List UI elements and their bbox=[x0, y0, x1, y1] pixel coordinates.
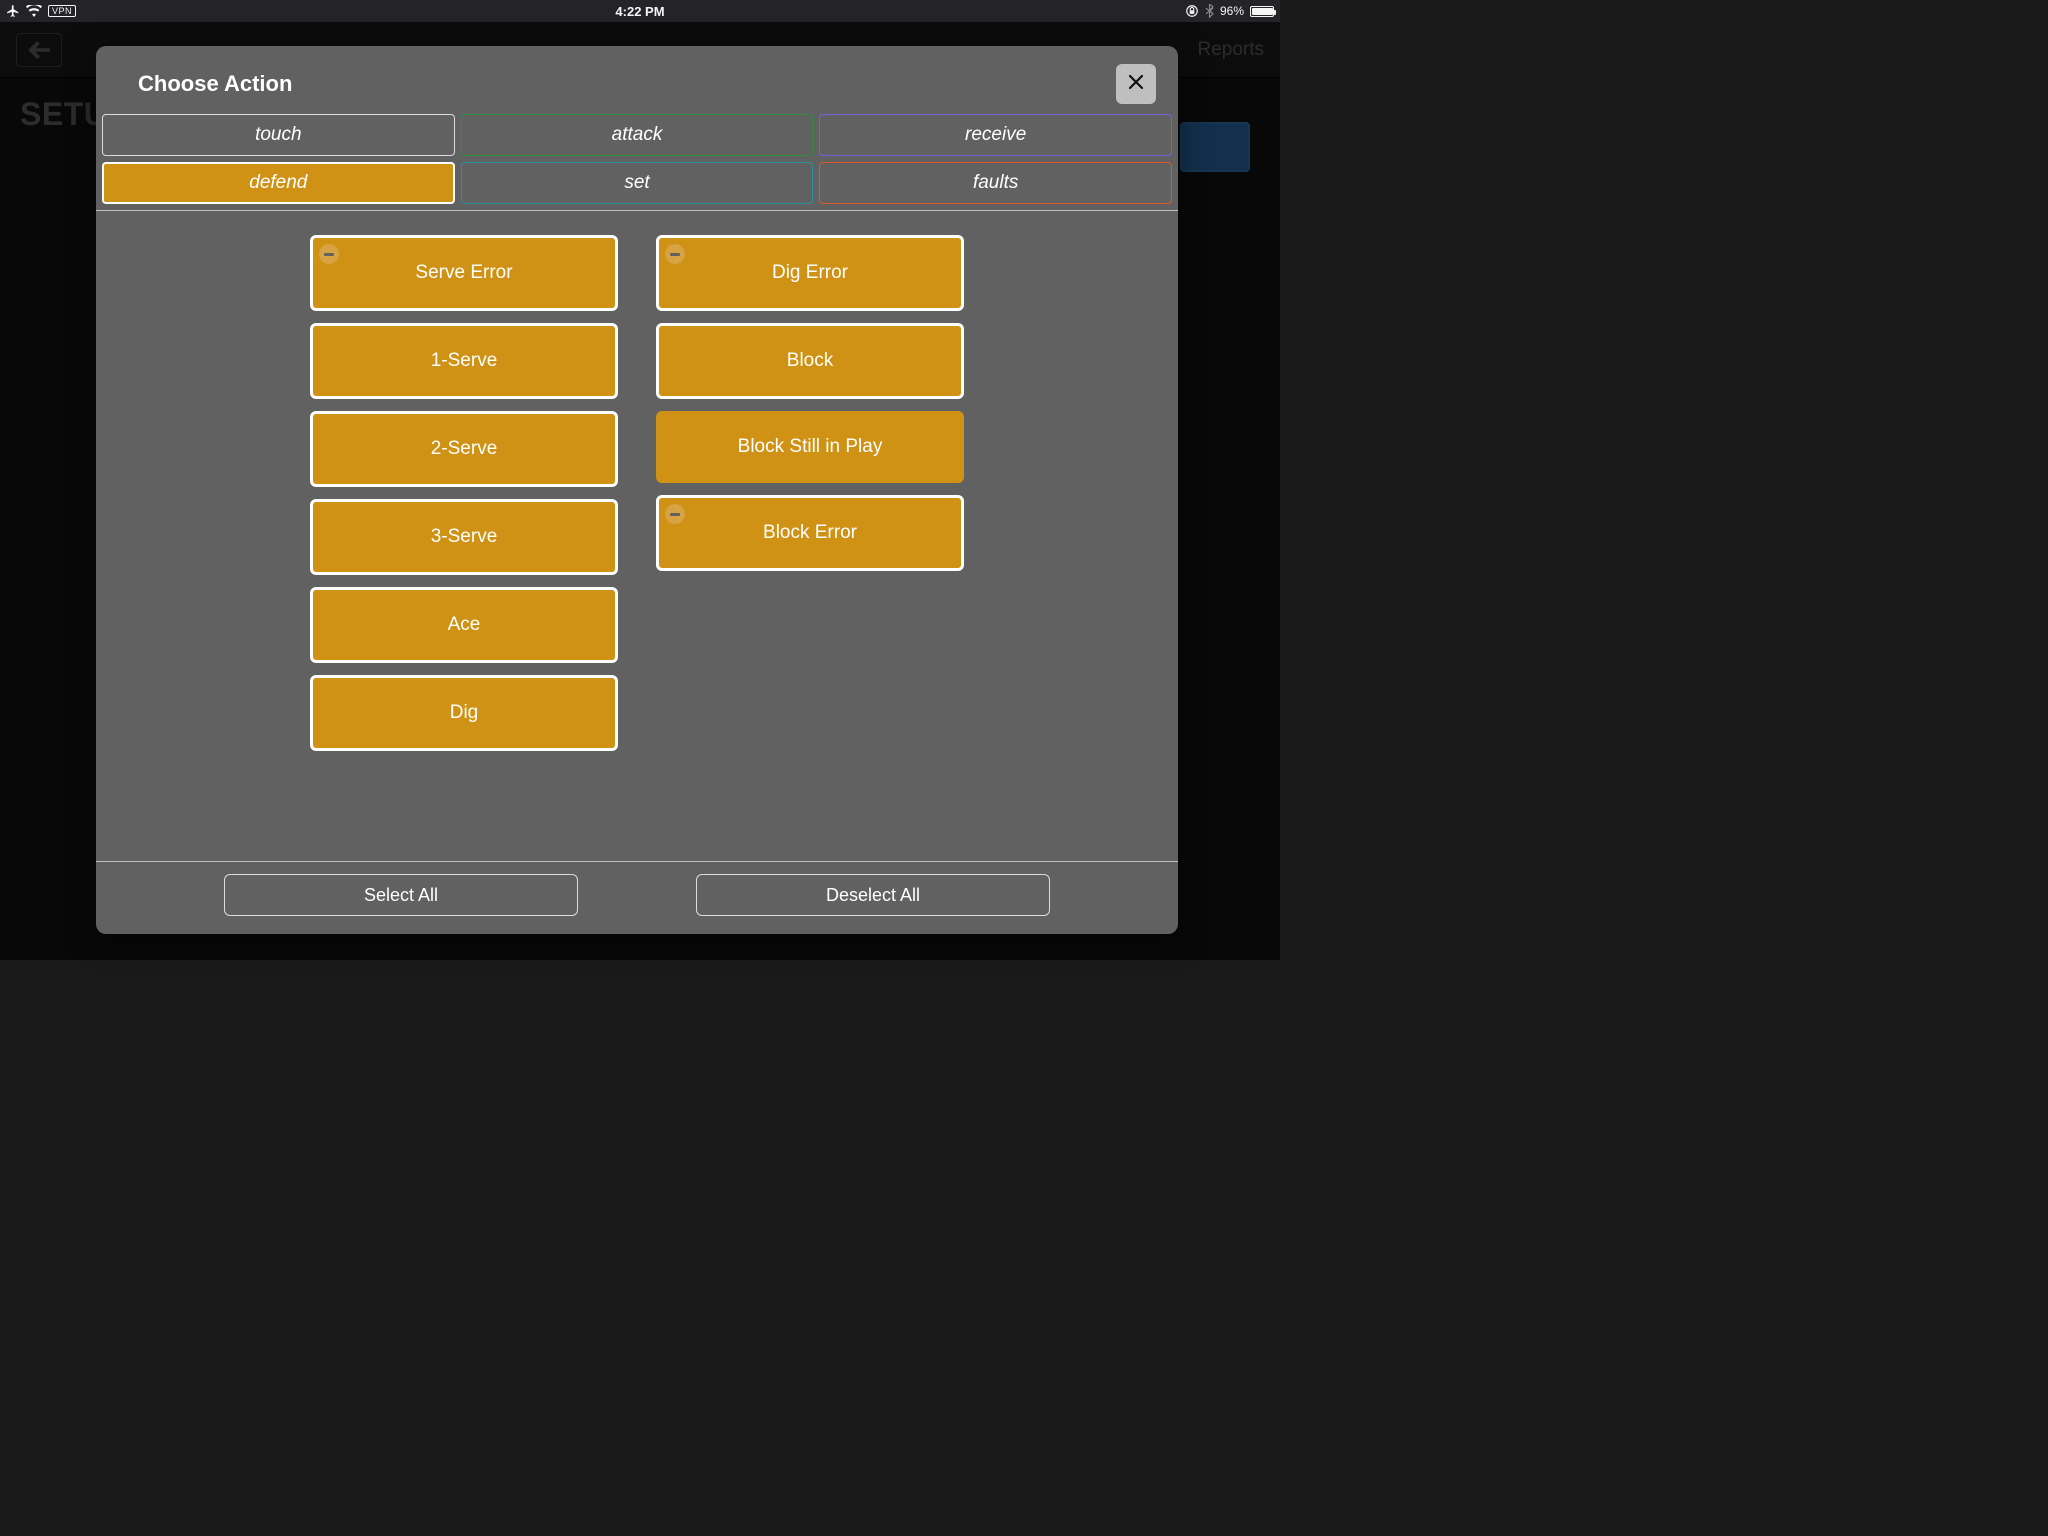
category-faults[interactable]: faults bbox=[819, 162, 1172, 204]
action-label: Block bbox=[787, 350, 833, 372]
action-button[interactable]: Dig Error bbox=[656, 235, 964, 311]
actions-area: Serve Error 1-Serve 2-Serve 3-Serve Ace Dig D… bbox=[96, 211, 1178, 861]
action-button[interactable]: Block bbox=[656, 323, 964, 399]
actions-column-1: Serve Error 1-Serve 2-Serve 3-Serve Ace Dig bbox=[310, 235, 618, 851]
modal-title: Choose Action bbox=[138, 71, 292, 97]
action-label: Block Error bbox=[763, 522, 857, 544]
airplane-icon bbox=[6, 4, 20, 18]
select-all-button[interactable]: Select All bbox=[224, 874, 578, 916]
action-label: Dig bbox=[450, 702, 479, 724]
action-button[interactable]: 2-Serve bbox=[310, 411, 618, 487]
action-label: 3-Serve bbox=[431, 526, 498, 548]
action-label: Dig Error bbox=[772, 262, 848, 284]
close-icon bbox=[1127, 71, 1145, 97]
deselect-all-button[interactable]: Deselect All bbox=[696, 874, 1050, 916]
action-button[interactable]: Ace bbox=[310, 587, 618, 663]
action-button[interactable]: 3-Serve bbox=[310, 499, 618, 575]
action-label: 1-Serve bbox=[431, 350, 498, 372]
wifi-icon bbox=[26, 5, 42, 17]
category-attack[interactable]: attack bbox=[461, 114, 814, 156]
category-set[interactable]: set bbox=[461, 162, 814, 204]
action-label: Block Still in Play bbox=[738, 436, 883, 458]
action-label: Serve Error bbox=[415, 262, 512, 284]
action-button[interactable]: Serve Error bbox=[310, 235, 618, 311]
minus-icon bbox=[665, 244, 685, 264]
minus-icon bbox=[665, 504, 685, 524]
actions-column-2: Dig Error Block Block Still in Play Block E… bbox=[656, 235, 964, 851]
status-bar: VPN 4:22 PM 96% bbox=[0, 0, 1280, 22]
action-label: 2-Serve bbox=[431, 438, 498, 460]
battery-icon bbox=[1250, 6, 1274, 17]
bluetooth-icon bbox=[1205, 4, 1214, 18]
status-time: 4:22 PM bbox=[615, 4, 664, 19]
minus-icon bbox=[319, 244, 339, 264]
battery-percent: 96% bbox=[1220, 4, 1244, 18]
category-touch[interactable]: touch bbox=[102, 114, 455, 156]
modal-footer: Select All Deselect All bbox=[96, 861, 1178, 934]
close-button[interactable] bbox=[1116, 64, 1156, 104]
action-button[interactable]: Block Error bbox=[656, 495, 964, 571]
category-defend[interactable]: defend bbox=[102, 162, 455, 204]
vpn-badge: VPN bbox=[48, 5, 76, 17]
action-button[interactable]: Block Still in Play bbox=[656, 411, 964, 483]
category-grid: touch attack receive defend set faults bbox=[96, 114, 1178, 204]
action-label: Ace bbox=[448, 614, 481, 636]
action-button[interactable]: Dig bbox=[310, 675, 618, 751]
choose-action-modal: Choose Action touch attack receive defen… bbox=[96, 46, 1178, 934]
category-receive[interactable]: receive bbox=[819, 114, 1172, 156]
action-button[interactable]: 1-Serve bbox=[310, 323, 618, 399]
rotation-lock-icon bbox=[1185, 4, 1199, 18]
